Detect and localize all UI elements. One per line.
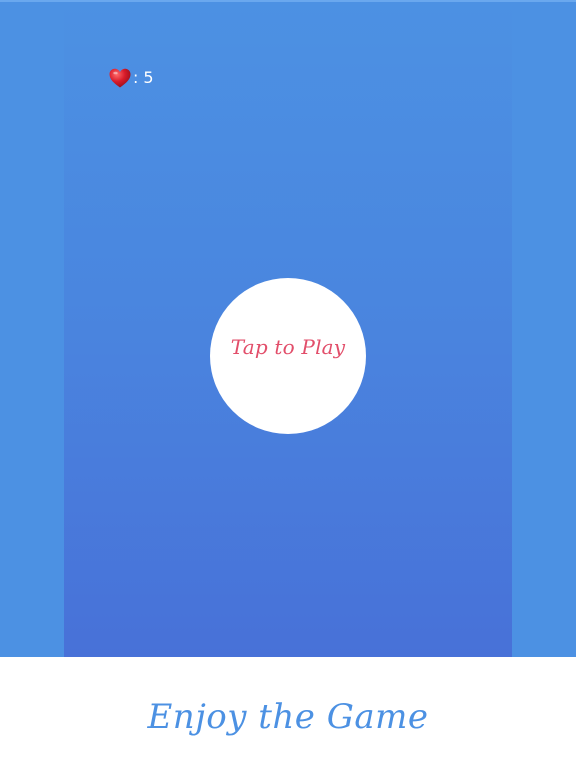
tap-to-play-label: Tap to Play (230, 335, 346, 359)
lives-count: 5 (143, 68, 154, 87)
heart-icon (109, 68, 131, 88)
left-margin (0, 2, 64, 657)
footer-banner: Enjoy the Game (0, 657, 576, 768)
lives-separator: : (133, 68, 139, 87)
tap-to-play-button[interactable]: Tap to Play (210, 278, 366, 434)
right-margin (512, 2, 576, 657)
lives-counter: : 5 (108, 66, 154, 90)
footer-tagline: Enjoy the Game (147, 696, 429, 737)
